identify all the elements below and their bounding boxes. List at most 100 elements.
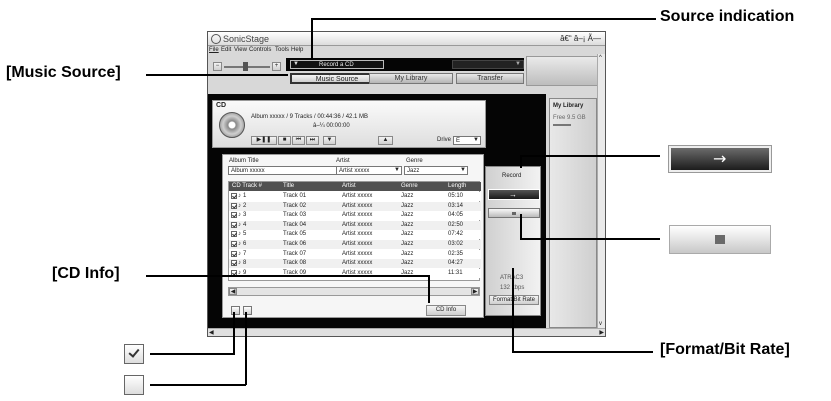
cd-panel: CD Album xxxxx / 9 Tracks / 00:44:36 / 4… <box>212 100 486 148</box>
scroll-left-button[interactable]: ◀ <box>229 288 237 295</box>
track-title: Track 01 <box>283 193 307 199</box>
volume-slider[interactable]: − + <box>213 62 281 71</box>
table-row[interactable]: ♪ 7 Track 07 Artist xxxxx Jazz 02:35 <box>229 249 481 259</box>
next-track-button[interactable]: ⏭ <box>306 136 319 145</box>
stop-button-zoom <box>669 225 771 254</box>
cd-info-button[interactable]: CD Info <box>426 305 466 316</box>
record-button-zoom: → <box>668 145 772 173</box>
table-row[interactable]: ♪ 1 Track 01 Artist xxxxx Jazz 05:10 <box>229 192 481 201</box>
source-dropdown-arrow-icon: ▼ <box>293 61 299 67</box>
leader-music-source <box>146 74 288 76</box>
scroll-right-button[interactable]: ▶ <box>471 288 479 295</box>
music-note-icon: ♪ <box>238 231 241 238</box>
track-artist: Artist xxxxx <box>342 260 373 267</box>
track-title: Track 07 <box>283 250 307 257</box>
track-checkbox[interactable] <box>231 193 237 199</box>
stop-button[interactable]: ■ <box>278 136 291 145</box>
track-length: 04:05 <box>448 212 464 219</box>
leader-source-indication-h <box>311 18 656 20</box>
playmode-button[interactable]: ▼ <box>323 136 336 145</box>
window-controls[interactable]: â€“ â–¡ Ã— <box>560 34 601 43</box>
track-artist: Artist xxxxx <box>342 241 373 247</box>
cd-label: CD <box>216 102 227 109</box>
horizontal-scrollbar[interactable]: ◀ ▶ <box>228 287 480 296</box>
library-capacity-bar <box>553 124 571 126</box>
track-checkbox[interactable] <box>231 202 237 209</box>
music-note-icon: ♪ <box>238 212 241 219</box>
playback-controls: ▶❚❚ ■ ⏮ ⏭ ▼ <box>251 136 343 146</box>
volume-thumb[interactable] <box>243 62 248 71</box>
track-length: 02:50 <box>448 221 464 228</box>
menu-bar: File Edit View Controls Tools Help <box>209 47 319 55</box>
album-title-field[interactable]: Album xxxxx <box>228 166 340 175</box>
sonicstage-window: SonicStage â€“ â–¡ Ã— File Edit View Con… <box>207 31 606 337</box>
track-number: 1 <box>243 193 247 199</box>
stop-square-icon <box>512 212 516 215</box>
table-row[interactable]: ♪ 8 Track 08 Artist xxxxx Jazz 04:27 <box>229 259 481 269</box>
menu-view[interactable]: View <box>234 47 247 53</box>
genre-field[interactable]: Jazz ▼ <box>404 166 468 175</box>
cd-summary: Album xxxxx / 9 Tracks / 00:44:36 / 42.1… <box>251 114 369 120</box>
source-dropdown[interactable]: ▼ Record a CD <box>290 60 384 69</box>
table-row[interactable]: ♪ 4 Track 04 Artist xxxxx Jazz 02:50 <box>229 220 481 230</box>
menu-file[interactable]: File <box>209 47 219 53</box>
tab-transfer[interactable]: Transfer <box>456 73 524 84</box>
header-length[interactable]: Length <box>448 183 466 189</box>
arrow-right-icon: → <box>509 190 517 199</box>
track-length: 05:10 <box>448 193 464 199</box>
leader-record-button <box>520 155 660 157</box>
eject-button[interactable]: ▲ <box>378 136 393 145</box>
leader-stop-button-v <box>520 214 522 239</box>
table-header: CD Track # Title Artist Genre Length <box>229 182 481 191</box>
callout-format-bit-rate: [Format/Bit Rate] <box>660 341 790 358</box>
volume-up-button[interactable]: + <box>272 62 281 71</box>
tab-my-library[interactable]: My Library <box>369 73 453 84</box>
drive-select[interactable]: E ▼ <box>453 136 481 145</box>
menu-help[interactable]: Help <box>291 47 303 53</box>
artist-field[interactable]: Artist xxxxx ▼ <box>336 166 402 175</box>
header-genre[interactable]: Genre <box>401 183 418 189</box>
leader-stop-button <box>520 238 660 240</box>
track-panel: Album Title Album xxxxx Artist Artist xx… <box>222 154 484 318</box>
header-title[interactable]: Title <box>283 183 294 189</box>
bottom-scrollbar[interactable]: ◀ ▶ <box>208 328 605 336</box>
menu-edit[interactable]: Edit <box>221 47 231 53</box>
table-row[interactable]: ♪ 5 Track 05 Artist xxxxx Jazz 07:42 <box>229 230 481 240</box>
table-row[interactable]: ♪ 2 Track 02 Artist xxxxx Jazz 03:14 <box>229 201 481 211</box>
music-note-icon: ♪ <box>238 241 241 247</box>
bottom-scroll-right-icon[interactable]: ▶ <box>599 329 604 336</box>
track-checkbox[interactable] <box>231 221 237 228</box>
music-note-icon: ♪ <box>238 202 241 209</box>
track-number: 8 <box>243 260 247 267</box>
bottom-scroll-left-icon[interactable]: ◀ <box>209 329 214 336</box>
track-table: CD Track # Title Artist Genre Length ♪ 1 T… <box>228 181 481 281</box>
leader-cd-info-v <box>428 275 430 303</box>
track-checkbox[interactable] <box>231 212 237 219</box>
volume-down-button[interactable]: − <box>213 62 222 71</box>
header-artist[interactable]: Artist <box>342 183 356 189</box>
track-length: 07:42 <box>448 231 464 238</box>
track-title: Track 03 <box>283 212 307 219</box>
track-checkbox[interactable] <box>231 241 237 247</box>
table-row[interactable]: ♪ 3 Track 03 Artist xxxxx Jazz 04:05 <box>229 211 481 221</box>
format-bit-rate-button[interactable]: Format/Bit Rate <box>489 295 539 305</box>
my-library-title: My Library <box>553 103 584 109</box>
callout-source-indication: Source indication <box>660 8 795 25</box>
stop-record-button[interactable] <box>488 208 540 218</box>
record-button[interactable]: → <box>488 189 540 200</box>
header-cd-track[interactable]: CD Track # <box>232 183 262 189</box>
menu-tools[interactable]: Tools <box>275 47 289 53</box>
vertical-scrollbar[interactable]: ^ v <box>597 54 605 328</box>
table-row[interactable]: ♪ 6 Track 06 Artist xxxxx Jazz 03:02 <box>229 240 481 249</box>
scroll-down-icon[interactable]: v <box>599 321 602 327</box>
track-length: 03:14 <box>448 202 464 209</box>
track-checkbox[interactable] <box>231 250 237 257</box>
play-pause-button[interactable]: ▶❚❚ <box>251 136 277 145</box>
album-title-value: Album xxxxx <box>231 168 265 174</box>
prev-track-button[interactable]: ⏮ <box>292 136 305 145</box>
track-checkbox[interactable] <box>231 260 237 267</box>
menu-controls[interactable]: Controls <box>249 47 271 53</box>
info-dropdown[interactable]: ▼ <box>452 60 524 69</box>
scroll-up-icon[interactable]: ^ <box>599 55 602 61</box>
track-checkbox[interactable] <box>231 231 237 238</box>
